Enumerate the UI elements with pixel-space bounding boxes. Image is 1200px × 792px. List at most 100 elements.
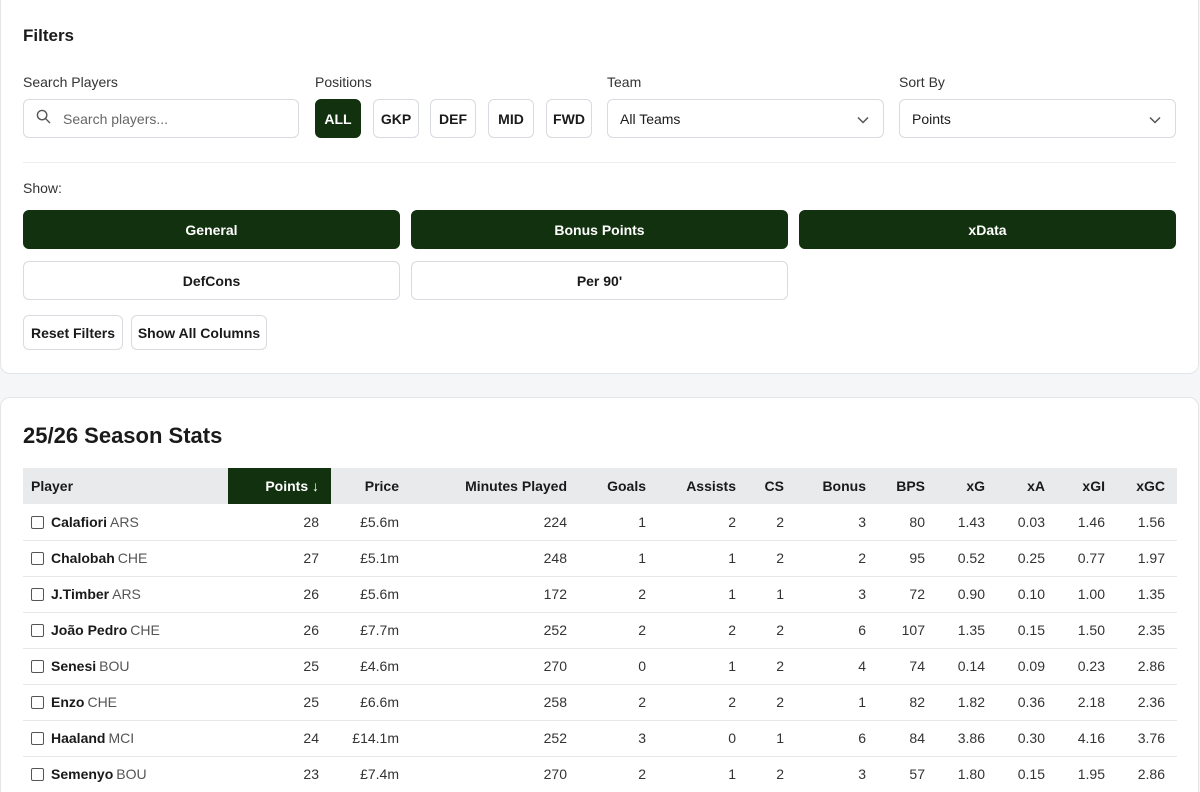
col-goals[interactable]: Goals [579,468,658,504]
player-cell: João Pedro CHE [23,612,228,649]
chevron-down-icon [857,111,869,127]
cell-goals: 1 [579,504,658,541]
cell-cs: 1 [748,720,796,757]
cell-assists: 2 [658,612,748,649]
show-bonus-points-button[interactable]: Bonus Points [411,210,788,249]
cell-minutes: 252 [411,720,579,757]
cell-goals: 2 [579,576,658,613]
table-row: Enzo CHE 25 £6.6m 258 2 2 2 1 82 1.82 0.36 2.18 2.36 [23,684,1177,721]
stats-title: 25/26 Season Stats [23,423,223,448]
cell-goals: 2 [579,684,658,721]
table-row: Haaland MCI 24 £14.1m 252 3 0 1 6 84 3.86 0.30 4.16 3… [23,720,1177,757]
table-row: Chalobah CHE 27 £5.1m 248 1 1 2 2 95 0.52 0.25 0.77 1… [23,540,1177,577]
player-team: ARS [110,513,139,530]
player-name: Senesi [51,658,97,674]
cell-points: 27 [228,540,331,577]
cell-points: 23 [228,756,331,792]
col-points[interactable]: Points ↓ [228,468,331,504]
cell-price: £4.6m [331,648,411,685]
cell-bps: 72 [878,576,937,613]
cell-goals: 2 [579,756,658,792]
show-general-button[interactable]: General [23,210,400,249]
col-assists[interactable]: Assists [658,468,748,504]
cell-bps: 57 [878,756,937,792]
player-name: Haaland [51,730,106,746]
cell-bonus: 6 [796,612,878,649]
position-fwd-button[interactable]: FWD [546,99,592,138]
position-mid-button[interactable]: MID [488,99,534,138]
player-name: Calafiori [51,513,108,530]
cell-price: £6.6m [331,684,411,721]
cell-goals: 2 [579,612,658,649]
team-select[interactable]: All Teams [607,99,884,138]
cell-goals: 1 [579,540,658,577]
show-xdata-button[interactable]: xData [799,210,1176,249]
cell-bps: 74 [878,648,937,685]
col-player[interactable]: Player [23,468,228,504]
player-name: Semenyo [51,766,114,782]
position-all-button[interactable]: ALL [315,99,361,138]
sort-select[interactable]: Points [899,99,1176,138]
cell-xa: 0.03 [997,504,1057,541]
player-cell: J.Timber ARS [23,576,228,613]
row-checkbox[interactable] [31,696,44,709]
col-xa[interactable]: xA [997,468,1057,504]
chevron-down-icon [1149,111,1161,127]
position-gkp-button[interactable]: GKP [373,99,419,138]
cell-minutes: 258 [411,684,579,721]
cell-goals: 0 [579,648,658,685]
col-xgc[interactable]: xGC [1117,468,1177,504]
cell-xgc: 1.35 [1117,576,1177,613]
player-team: CHE [130,622,160,638]
stats-panel: 25/26 Season Stats Player Points ↓ Price… [0,397,1199,792]
col-bonus[interactable]: Bonus [796,468,878,504]
table-row: Semenyo BOU 23 £7.4m 270 2 1 2 3 57 1.80 0.15 1.95 2.… [23,756,1177,792]
player-cell: Enzo CHE [23,684,228,721]
show-per90-button[interactable]: Per 90' [411,261,788,300]
show-defcons-button[interactable]: DefCons [23,261,400,300]
cell-bonus: 1 [796,684,878,721]
row-checkbox[interactable] [31,588,44,601]
cell-minutes: 224 [411,504,579,541]
cell-cs: 2 [748,756,796,792]
row-checkbox[interactable] [31,732,44,745]
row-checkbox[interactable] [31,768,44,781]
col-xgi[interactable]: xGI [1057,468,1117,504]
filters-title: Filters [23,26,75,45]
team-select-value: All Teams [620,110,681,127]
col-price[interactable]: Price [331,468,411,504]
player-cell: Chalobah CHE [23,540,228,577]
cell-cs: 1 [748,576,796,613]
search-input[interactable] [63,110,283,127]
cell-xgc: 3.76 [1117,720,1177,757]
reset-filters-button[interactable]: Reset Filters [23,315,123,350]
col-xg[interactable]: xG [937,468,997,504]
cell-points: 26 [228,612,331,649]
player-name: Chalobah [51,550,115,566]
cell-bonus: 3 [796,756,878,792]
cell-price: £7.7m [331,612,411,649]
cell-xg: 3.86 [937,720,997,757]
cell-xgc: 1.56 [1117,504,1177,541]
show-all-columns-button[interactable]: Show All Columns [131,315,267,350]
cell-xgi: 1.50 [1057,612,1117,649]
cell-bonus: 2 [796,540,878,577]
col-minutes[interactable]: Minutes Played [411,468,579,504]
row-checkbox[interactable] [31,515,44,529]
search-box[interactable] [23,99,299,138]
row-checkbox[interactable] [31,624,44,637]
cell-xg: 1.43 [937,504,997,541]
cell-points: 26 [228,576,331,613]
row-checkbox[interactable] [31,660,44,673]
col-cs[interactable]: CS [748,468,796,504]
cell-xa: 0.15 [997,612,1057,649]
table-row: Senesi BOU 25 £4.6m 270 0 1 2 4 74 0.14 0.09 0.23 2.8… [23,648,1177,685]
cell-price: £14.1m [331,720,411,757]
position-def-button[interactable]: DEF [430,99,476,138]
player-name: João Pedro [51,622,128,638]
cell-xa: 0.25 [997,540,1057,577]
col-bps[interactable]: BPS [878,468,937,504]
player-team: BOU [116,766,147,782]
player-cell: Semenyo BOU [23,756,228,792]
row-checkbox[interactable] [31,552,44,565]
